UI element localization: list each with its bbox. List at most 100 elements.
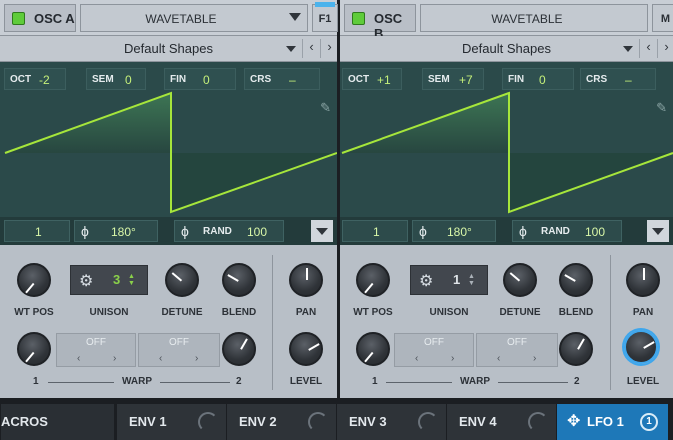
oct-key: OCT xyxy=(348,74,370,85)
osc-b-shape-selector[interactable]: Default Shapes ‹ › xyxy=(340,36,673,62)
lfo-count-badge: 1 xyxy=(640,413,658,431)
osc-a-warp1-knob[interactable] xyxy=(17,332,51,366)
tab-label: ENV 4 xyxy=(459,414,497,429)
osc-b-sem-param[interactable]: SEM +7 xyxy=(422,68,484,90)
warp2-value: OFF xyxy=(507,337,527,348)
tab-label: ENV 3 xyxy=(349,414,387,429)
next-warp-button[interactable]: › xyxy=(451,353,454,364)
osc-b-unison-stepper[interactable]: ⚙ 1 ▲ ▼ xyxy=(410,265,488,295)
osc-a-unison-stepper[interactable]: ⚙ 3 ▲ ▼ xyxy=(70,265,148,295)
sem-value: 0 xyxy=(125,73,132,87)
level-label: LEVEL xyxy=(626,376,660,387)
osc-a-oct-param[interactable]: OCT -2 xyxy=(4,68,66,90)
osc-a-rand-field[interactable]: ϕ RAND 100 xyxy=(174,220,284,242)
osc-a-wtpos-knob[interactable] xyxy=(17,263,51,297)
osc-b-oct-param[interactable]: OCT +1 xyxy=(342,68,402,90)
osc-b-phase-field[interactable]: ϕ 180° xyxy=(412,220,496,242)
chevron-down-icon[interactable] xyxy=(286,46,296,52)
prev-warp-button[interactable]: ‹ xyxy=(497,353,500,364)
osc-a-warp2-knob[interactable] xyxy=(222,332,256,366)
detune-label: DETUNE xyxy=(499,307,541,318)
rand-value: 100 xyxy=(247,225,268,239)
osc-b-rand-field[interactable]: ϕ RAND 100 xyxy=(512,220,622,242)
osc-b-fin-param[interactable]: FIN 0 xyxy=(502,68,574,90)
tab-lfo-1[interactable]: ✥ LFO 1 1 xyxy=(556,404,668,440)
osc-b-warp2-knob[interactable] xyxy=(559,332,593,366)
stepper-arrows-icon[interactable]: ▲ ▼ xyxy=(468,273,475,287)
osc-b-filter-button[interactable]: M xyxy=(652,4,673,32)
warp2-value: OFF xyxy=(169,337,189,348)
osc-a-toggle[interactable]: OSC A xyxy=(4,4,76,32)
next-shape-button[interactable]: › xyxy=(320,39,338,58)
prev-shape-button[interactable]: ‹ xyxy=(639,39,657,58)
osc-b-wave-display[interactable]: OCT +1 SEM +7 FIN 0 CRS – ✎ xyxy=(340,62,673,217)
osc-a-wave-controls: 1 ϕ 180° ϕ RAND 100 xyxy=(0,217,337,245)
prev-warp-button[interactable]: ‹ xyxy=(77,353,80,364)
prev-shape-button[interactable]: ‹ xyxy=(302,39,320,58)
tab-env-2[interactable]: ENV 2 xyxy=(226,404,336,440)
dropdown-arrow-icon xyxy=(652,228,664,235)
osc-b-toggle[interactable]: OSC B xyxy=(344,4,416,41)
osc-a-crs-param[interactable]: CRS – xyxy=(244,68,320,90)
pencil-icon[interactable]: ✎ xyxy=(320,100,331,116)
tab-env-4[interactable]: ENV 4 xyxy=(446,404,556,440)
next-shape-button[interactable]: › xyxy=(657,39,673,58)
osc-a-blend-knob[interactable] xyxy=(222,263,256,297)
osc-a-warp2-selector[interactable]: OFF ‹ › xyxy=(138,333,220,367)
pan-label: PAN xyxy=(632,307,654,318)
move-icon[interactable]: ✥ xyxy=(567,411,580,431)
osc-b-crs-param[interactable]: CRS – xyxy=(580,68,656,90)
stepper-arrows-icon[interactable]: ▲ ▼ xyxy=(128,273,135,287)
prev-warp-button[interactable]: ‹ xyxy=(159,353,162,364)
next-warp-button[interactable]: › xyxy=(113,353,116,364)
pencil-icon[interactable]: ✎ xyxy=(656,100,667,116)
osc-a-options-button[interactable] xyxy=(311,220,333,242)
tab-env-1[interactable]: ENV 1 xyxy=(116,404,226,440)
osc-b-level-knob[interactable] xyxy=(624,330,658,364)
warp-label: WARP xyxy=(122,376,152,387)
osc-a-sem-param[interactable]: SEM 0 xyxy=(86,68,146,90)
osc-b-blend-knob[interactable] xyxy=(559,263,593,297)
osc-a-frame-field[interactable]: 1 xyxy=(4,220,70,242)
detune-label: DETUNE xyxy=(161,307,203,318)
tab-macros[interactable]: ACROS xyxy=(0,404,114,440)
gear-icon[interactable]: ⚙ xyxy=(79,271,93,291)
chevron-down-icon[interactable] xyxy=(623,46,633,52)
rand-key: RAND xyxy=(203,226,232,237)
osc-a-wavetable-dropdown[interactable]: WAVETABLE xyxy=(80,4,308,32)
osc-b-wavetable-dropdown[interactable]: WAVETABLE xyxy=(420,4,648,32)
osc-a-warp1-selector[interactable]: OFF ‹ › xyxy=(56,333,136,367)
osc-b-enable-led[interactable] xyxy=(352,12,365,25)
next-warp-button[interactable]: › xyxy=(195,353,198,364)
filter-indicator xyxy=(315,2,335,7)
sem-key: SEM xyxy=(428,74,450,85)
crs-key: CRS xyxy=(586,74,608,85)
osc-a-filter-button[interactable]: F1 xyxy=(312,2,338,32)
osc-b-frame-field[interactable]: 1 xyxy=(342,220,408,242)
gear-icon[interactable]: ⚙ xyxy=(419,271,433,291)
osc-a-wave-display[interactable]: OCT -2 SEM 0 FIN 0 CRS – ✎ xyxy=(0,62,337,217)
osc-a-pan-knob[interactable] xyxy=(289,263,323,297)
rand-value: 100 xyxy=(585,225,606,239)
frame-value: 1 xyxy=(373,225,380,239)
osc-b-warp1-knob[interactable] xyxy=(356,332,390,366)
osc-b-pan-knob[interactable] xyxy=(626,263,660,297)
osc-b-wtpos-knob[interactable] xyxy=(356,263,390,297)
next-warp-button[interactable]: › xyxy=(533,353,536,364)
tab-env-3[interactable]: ENV 3 xyxy=(336,404,446,440)
osc-a-enable-led[interactable] xyxy=(12,12,25,25)
osc-a-fin-param[interactable]: FIN 0 xyxy=(164,68,236,90)
osc-b-warp1-selector[interactable]: OFF ‹ › xyxy=(394,333,474,367)
osc-a-detune-knob[interactable] xyxy=(165,263,199,297)
osc-b-options-button[interactable] xyxy=(647,220,669,242)
osc-a-shape-selector[interactable]: Default Shapes ‹ › xyxy=(0,36,337,62)
envelope-icon xyxy=(308,412,328,432)
osc-a-level-knob[interactable] xyxy=(289,332,323,366)
prev-warp-button[interactable]: ‹ xyxy=(415,353,418,364)
osc-a-title: OSC A xyxy=(34,11,75,26)
osc-b-warp2-selector[interactable]: OFF ‹ › xyxy=(476,333,558,367)
osc-b-detune-knob[interactable] xyxy=(503,263,537,297)
level-label: LEVEL xyxy=(289,376,323,387)
osc-a-phase-field[interactable]: ϕ 180° xyxy=(74,220,158,242)
warp-line xyxy=(160,382,230,383)
